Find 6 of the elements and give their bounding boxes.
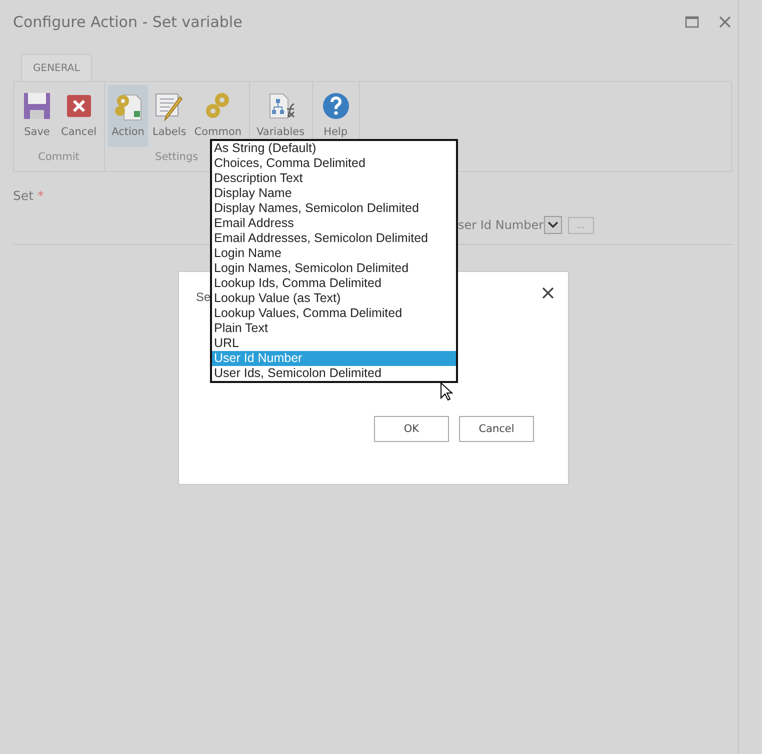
group-label: Settings (155, 151, 198, 163)
group-label: Commit (38, 151, 80, 163)
dialog-title: Se (196, 290, 211, 304)
required-mark: * (38, 188, 44, 203)
window-title: Configure Action - Set variable (13, 13, 244, 31)
field-label: Set (13, 188, 34, 203)
